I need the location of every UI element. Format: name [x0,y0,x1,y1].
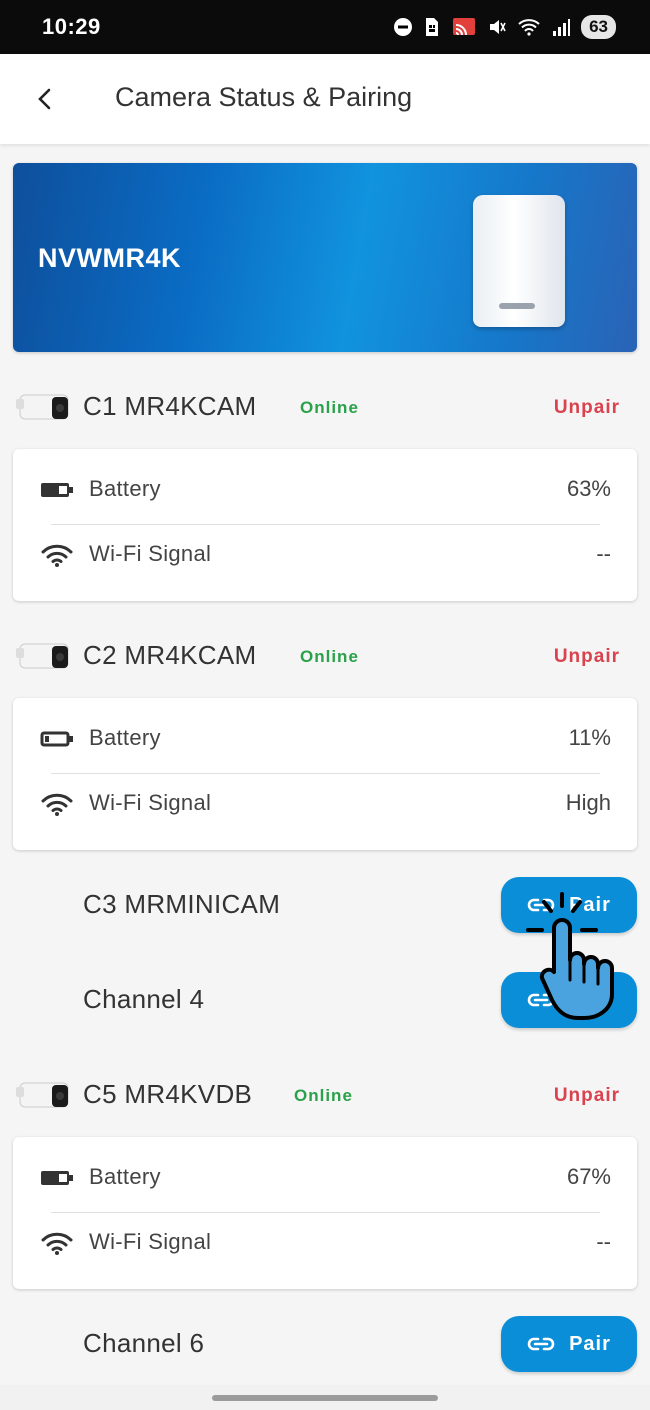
app-bar: Camera Status & Pairing [0,54,650,144]
unpair-button[interactable]: Unpair [554,646,620,668]
hub-name: NVWMR4K [38,243,181,273]
link-icon [527,1337,555,1351]
camera-status: Online [300,647,359,666]
status-icons: 63 [393,15,616,39]
battery-label: Battery [89,1164,161,1189]
battery-row: Battery 63% [13,458,637,522]
wifi-row: Wi-Fi Signal -- [13,1211,637,1275]
camera-info-card: Battery 11% Wi-Fi Signal High [13,698,637,850]
wifi-value: High [565,790,611,815]
unpair-button[interactable]: Unpair [554,1085,620,1107]
channel-name: Channel 4 [83,984,205,1014]
battery-value: 67% [566,1164,611,1189]
camera-header: C5 MR4KVDB Online Unpair [0,1065,650,1125]
battery-icon [41,1171,73,1185]
hub-logo [499,303,535,309]
battery-value: 11% [568,725,611,750]
wifi-label: Wi-Fi Signal [89,1229,212,1254]
camera-name: C1 MR4KCAM [83,391,257,421]
wifi-value: -- [596,541,611,566]
camera-header: C2 MR4KCAM Online Unpair [0,626,650,686]
page-title: Camera Status & Pairing [115,82,413,112]
battery-row: Battery 11% [13,707,637,771]
battery-icon [41,483,73,497]
navigation-handle[interactable] [212,1395,438,1401]
status-time: 10:29 [42,14,101,39]
battery-label: Battery [89,725,161,750]
wifi-icon [41,1232,73,1255]
wifi-value: -- [596,1229,611,1254]
hub-banner: NVWMR4K [13,163,637,352]
hand-pointer-icon [526,892,614,1020]
camera-name: C5 MR4KVDB [83,1079,253,1109]
camera-thumbnail [16,394,69,420]
unpair-button[interactable]: Unpair [554,397,620,419]
camera-status: Online [294,1086,353,1105]
battery-row: Battery 67% [13,1146,637,1210]
wifi-label: Wi-Fi Signal [89,541,212,566]
sim-icon [426,18,439,36]
battery-icon [40,731,73,747]
pair-button[interactable]: Pair [501,1316,637,1372]
wifi-icon [41,544,73,567]
wifi-status-icon [518,19,540,36]
back-arrow-icon [38,88,51,110]
mute-icon [490,20,506,34]
battery-value: 63% [566,476,611,501]
wifi-row: Wi-Fi Signal -- [13,523,637,587]
battery-label: Battery [89,476,161,501]
signal-icon [553,19,571,36]
battery-level-badge: 63 [581,15,616,39]
status-bar: 10:29 63 [0,0,650,54]
dnd-icon [394,18,413,36]
back-button[interactable] [28,82,62,116]
unpaired-channel: Channel 6 Pair [0,1314,650,1374]
camera-info-card: Battery 67% Wi-Fi Signal -- [13,1137,637,1289]
camera-status: Online [300,398,359,417]
pair-label: Pair [569,1332,611,1355]
wifi-icon [41,793,73,816]
camera-header: C1 MR4KCAM Online Unpair [0,377,650,437]
wifi-label: Wi-Fi Signal [89,790,212,815]
wifi-row: Wi-Fi Signal High [13,772,637,836]
camera-name: C2 MR4KCAM [83,640,257,670]
camera-thumbnail [16,643,69,669]
camera-info-card: Battery 63% Wi-Fi Signal -- [13,449,637,601]
cast-icon [453,18,476,36]
camera-thumbnail [16,1082,69,1108]
hub-device-image [473,195,565,327]
channel-name: Channel 6 [83,1328,205,1358]
channel-name: C3 MRMINICAM [83,889,281,919]
